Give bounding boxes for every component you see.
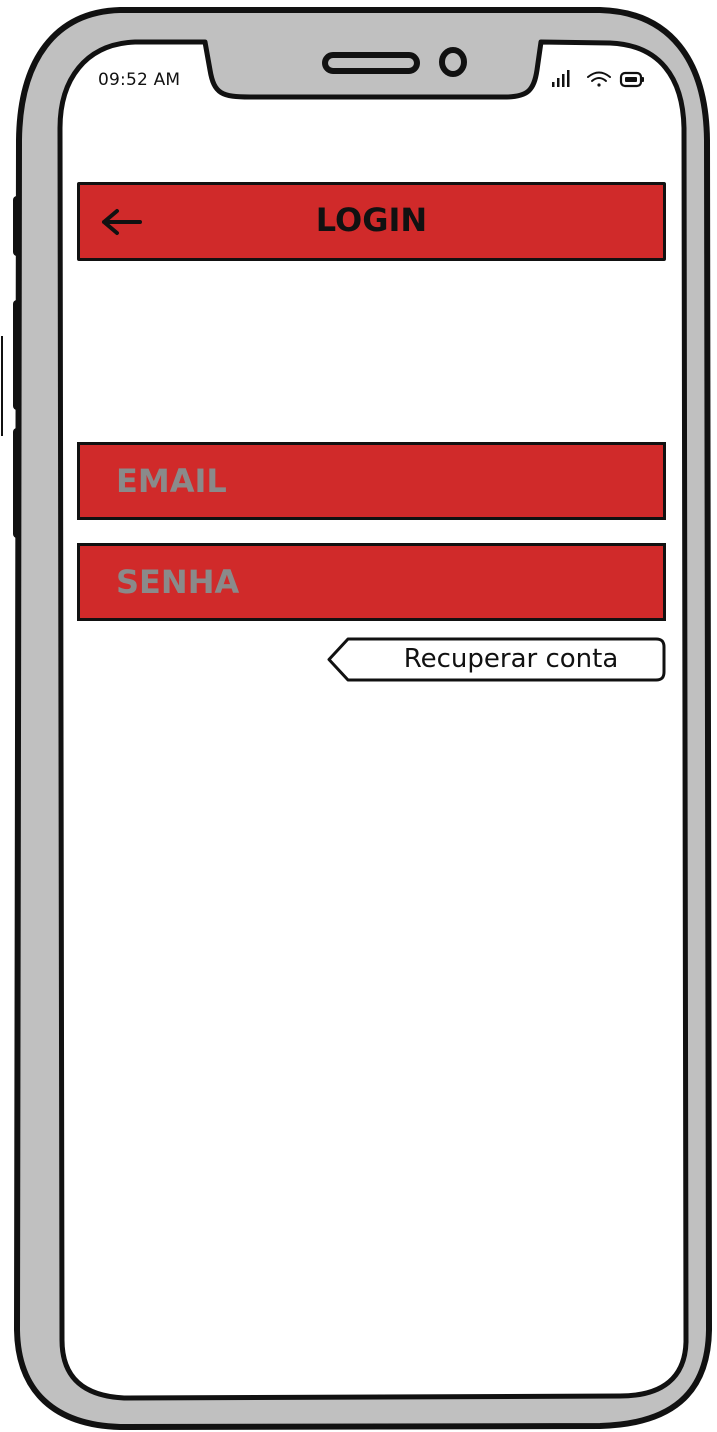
status-icons (552, 70, 644, 88)
email-field[interactable] (80, 445, 663, 517)
page-title: LOGIN (315, 201, 428, 239)
recover-account-label: Recuperar conta (403, 644, 619, 674)
status-time: 09:52 AM (98, 70, 181, 90)
signal-icon (552, 70, 570, 87)
password-field-box (77, 543, 666, 621)
battery-icon (619, 71, 644, 88)
phone-mockup: 09:52 AM LOGIN EMAIL Recuperar conta (0, 0, 717, 1432)
email-field-box (77, 442, 666, 520)
recover-account-button[interactable]: Recuperar conta (326, 637, 666, 682)
password-field[interactable] (80, 546, 663, 618)
header-bar: LOGIN (77, 182, 666, 261)
wifi-icon (587, 71, 611, 87)
